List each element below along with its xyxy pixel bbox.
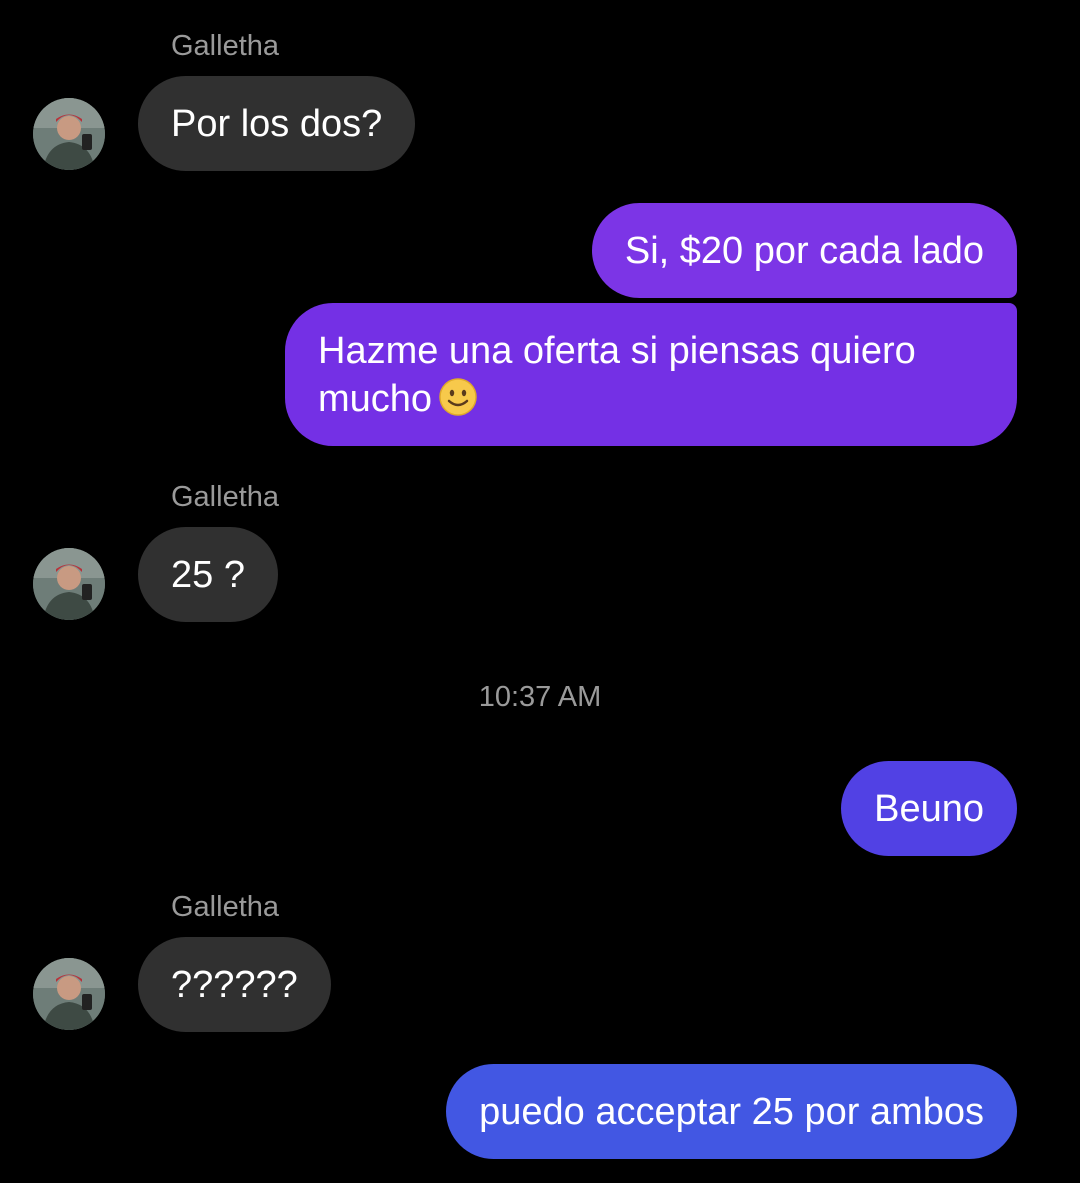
outgoing-message-bubble[interactable]: Hazme una oferta si piensas quiero mucho [285,303,1017,446]
message-text-body: Hazme una oferta si piensas quiero mucho [318,329,916,420]
contact-avatar[interactable] [33,98,105,170]
message-text: puedo acceptar 25 por ambos [479,1090,984,1133]
contact-avatar[interactable] [33,548,105,620]
message-text: Si, $20 por cada lado [624,229,984,272]
outgoing-message-bubble[interactable]: Si, $20 por cada lado [591,203,1017,298]
incoming-message-bubble[interactable]: Por los dos? [138,76,416,171]
incoming-message-bubble[interactable]: 25 ? [138,527,278,622]
incoming-message-bubble[interactable]: ?????? [138,937,331,1032]
message-text: 25 ? [171,553,245,596]
message-timestamp: 10:37 AM [478,681,602,713]
slightly-smiling-face-icon [439,377,477,416]
message-text: Beuno [874,787,984,830]
outgoing-message-bubble[interactable]: Beuno [841,761,1017,856]
sender-name: Galletha [171,481,280,513]
sender-name: Galletha [171,30,280,62]
message-text: ?????? [171,963,298,1006]
avatar-photo-icon [33,548,105,620]
sender-name: Galletha [171,891,280,923]
message-text: Hazme una oferta si piensas quiero mucho [318,327,984,423]
contact-avatar[interactable] [33,958,105,1030]
message-text: Por los dos? [171,102,383,145]
avatar-photo-icon [33,98,105,170]
outgoing-message-bubble[interactable]: puedo acceptar 25 por ambos [446,1064,1017,1159]
avatar-photo-icon [33,958,105,1030]
